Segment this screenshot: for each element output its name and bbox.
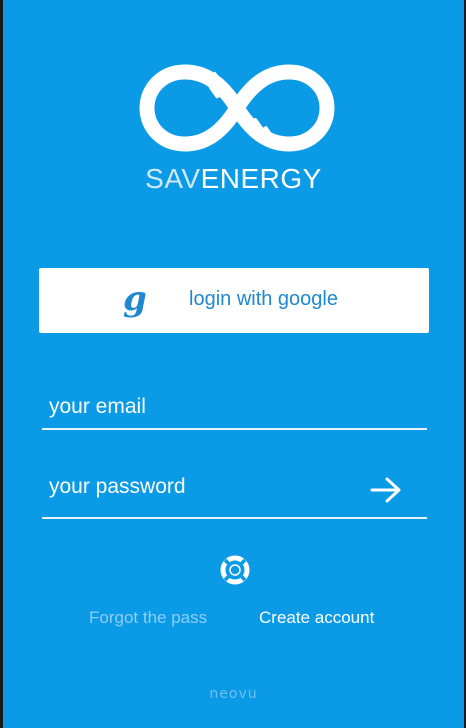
login-with-google-button[interactable]: g login with google <box>39 268 429 333</box>
email-field-container <box>42 395 427 430</box>
forgot-password-link[interactable]: Forgot the pass <box>89 608 207 628</box>
brand-name-part2: ENERGY <box>200 163 322 194</box>
savenergy-logo-icon <box>139 64 335 152</box>
google-icon: g <box>123 279 147 319</box>
login-with-google-label: login with google <box>189 288 338 310</box>
password-field-container <box>42 475 427 519</box>
login-screen: SAVENERGY g login with google Forgot the… <box>3 0 464 728</box>
password-field[interactable] <box>42 475 362 505</box>
footer-brand: neovu <box>209 686 258 702</box>
brand-name-part1: SAV <box>145 163 201 194</box>
arrow-right-icon[interactable] <box>369 475 403 505</box>
create-account-link[interactable]: Create account <box>259 608 374 628</box>
email-field[interactable] <box>42 395 427 425</box>
lifebuoy-icon[interactable] <box>219 554 251 586</box>
brand-name: SAVENERGY <box>3 163 464 195</box>
